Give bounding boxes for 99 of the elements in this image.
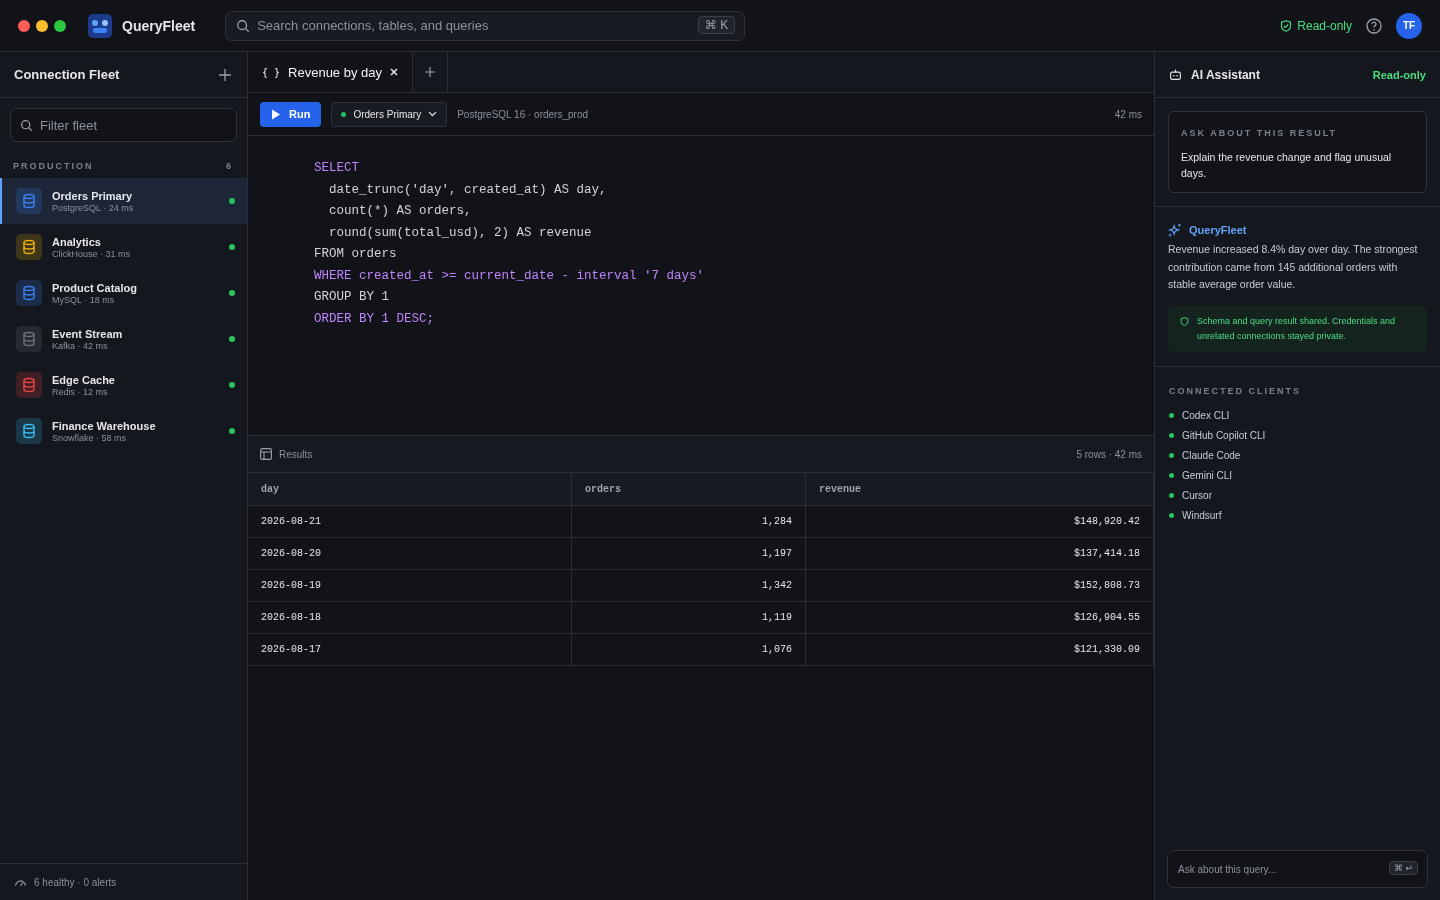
connection-item[interactable]: Edge Cache Redis · 12 ms	[0, 362, 247, 408]
table-cell: $152,808.73	[805, 569, 1154, 602]
connection-item[interactable]: Analytics ClickHouse · 31 ms	[0, 224, 247, 270]
connection-name: Event Stream	[52, 327, 124, 340]
table-cell: 1,119	[571, 601, 806, 634]
code-line: date_trunc('day', created_at) AS day,	[328, 181, 608, 199]
shortcut-hint: ⌘ ↵	[1388, 861, 1418, 875]
column-header[interactable]: revenue	[805, 473, 1154, 506]
code-line: FROM orders	[314, 246, 398, 263]
app-name: QueryFleet	[122, 17, 196, 34]
connection-detail: Redis · 12 ms	[52, 386, 109, 397]
client-name: Cursor	[1182, 489, 1212, 501]
table-cell: 2026-08-18	[248, 601, 572, 634]
group-count: 6	[226, 161, 233, 171]
sidebar-title: Connection Fleet	[14, 67, 120, 82]
connection-detail: MySQL · 18 ms	[52, 294, 116, 305]
query-tab[interactable]: { } Revenue by day	[248, 52, 413, 92]
table-cell: 2026-08-20	[248, 537, 572, 570]
connection-detail: PostgreSQL · 24 ms	[52, 202, 135, 213]
database-icon	[16, 326, 42, 352]
table-cell: 1,197	[571, 537, 806, 570]
connection-detail: ClickHouse · 31 ms	[52, 248, 132, 259]
table-cell: 1,076	[571, 633, 806, 666]
client-name: GitHub Copilot CLI	[1182, 429, 1266, 441]
add-icon	[425, 67, 435, 77]
close-window-button[interactable]	[18, 19, 30, 32]
connection-select[interactable]: Orders Primary	[331, 101, 448, 127]
play-icon	[271, 108, 281, 120]
fleet-status: 6 healthy · 0 alerts	[34, 876, 117, 888]
filter-field[interactable]: Filter fleet	[10, 108, 237, 142]
connection-item[interactable]: Event Stream Kafka · 42 ms	[0, 316, 247, 362]
tab-label: Revenue by day	[288, 64, 382, 80]
table-cell: 2026-08-17	[248, 633, 572, 666]
table-cell: 2026-08-21	[248, 505, 572, 538]
code-line: ORDER BY 1 DESC;	[314, 310, 436, 328]
table-cell: $148,920.42	[805, 505, 1154, 538]
chevron-down-icon	[428, 111, 438, 117]
code-line: count(*) AS orders,	[328, 203, 473, 220]
close-icon[interactable]	[390, 68, 398, 76]
connection-name: Edge Cache	[52, 373, 116, 386]
client-name: Windsurf	[1182, 509, 1222, 521]
table-icon	[260, 448, 272, 460]
database-info: PostgreSQL 16 · orders_prod	[457, 108, 588, 120]
sparkle-icon	[1168, 223, 1182, 237]
results-title: Results	[279, 448, 313, 460]
client-name: Gemini CLI	[1182, 469, 1232, 481]
group-label: PRODUCTION	[13, 161, 94, 171]
reply-text: Revenue increased 8.4% day over day. The strongest contribution came from 145 additional orders with stable average order value.	[1168, 242, 1419, 292]
minimize-window-button[interactable]	[36, 19, 48, 32]
client-name: Claude Code	[1182, 449, 1241, 461]
code-line: round(sum(total_usd), 2) AS revenue	[328, 224, 593, 242]
connection-item[interactable]: Finance Warehouse Snowflake · 58 ms	[0, 408, 247, 454]
read-only-label: Read-only	[1297, 18, 1352, 33]
assistant-title: AI Assistant	[1191, 67, 1260, 82]
table-cell: $137,414.18	[805, 537, 1154, 570]
shield-icon	[1180, 316, 1189, 326]
connection-name: Analytics	[52, 235, 102, 248]
table-cell: $126,904.55	[805, 601, 1154, 634]
prompt-label: ASK ABOUT THIS RESULT	[1181, 128, 1338, 138]
table-cell: 2026-08-19	[248, 569, 572, 602]
search-icon	[20, 119, 33, 132]
code-line: GROUP BY 1	[314, 289, 390, 306]
maximize-window-button[interactable]	[54, 19, 66, 32]
connection-name: Finance Warehouse	[52, 419, 157, 432]
connection-name: Product Catalog	[52, 281, 138, 294]
reply-author: QueryFleet	[1189, 224, 1247, 236]
help-icon[interactable]	[1366, 17, 1382, 34]
database-icon	[16, 372, 42, 398]
braces-icon: { }	[262, 66, 281, 78]
table-cell: 1,284	[571, 505, 806, 538]
column-header[interactable]: orders	[571, 473, 806, 506]
robot-icon	[1169, 68, 1182, 81]
connection-name: Orders Primary	[52, 189, 134, 202]
clients-label: CONNECTED CLIENTS	[1169, 385, 1302, 396]
connection-detail: Kafka · 42 ms	[52, 340, 109, 351]
add-icon[interactable]	[219, 68, 231, 81]
query-timing: 42 ms	[1114, 108, 1142, 120]
database-icon	[16, 234, 42, 260]
run-button[interactable]: Run	[260, 101, 322, 127]
client-name: Codex CLI	[1182, 409, 1230, 421]
code-line: WHERE created_at >= current_date - interval '7 days'	[314, 267, 706, 285]
column-header[interactable]: day	[248, 473, 572, 506]
app-logo-icon	[88, 13, 112, 38]
connection-detail: Snowflake · 58 ms	[52, 432, 128, 443]
privacy-text: Schema and query result shared. Credentials and unrelated connections stayed private.	[1197, 314, 1397, 343]
table-cell: 1,342	[571, 569, 806, 602]
database-icon	[16, 418, 42, 444]
code-line: SELECT	[314, 160, 360, 177]
connection-item[interactable]: Orders Primary PostgreSQL · 24 ms	[0, 178, 247, 224]
database-icon	[16, 188, 42, 214]
connection-item[interactable]: Product Catalog MySQL · 18 ms	[0, 270, 247, 316]
shield-check-icon	[1280, 19, 1293, 32]
table-cell: $121,330.09	[805, 633, 1154, 666]
search-icon	[236, 18, 251, 33]
database-icon	[16, 280, 42, 306]
user-avatar[interactable]: TF	[1396, 12, 1422, 39]
results-summary: 5 rows · 42 ms	[1076, 448, 1142, 460]
read-only-label: Read-only	[1372, 68, 1426, 81]
prompt-text: Explain the revenue change and flag unusual days.	[1181, 150, 1393, 181]
